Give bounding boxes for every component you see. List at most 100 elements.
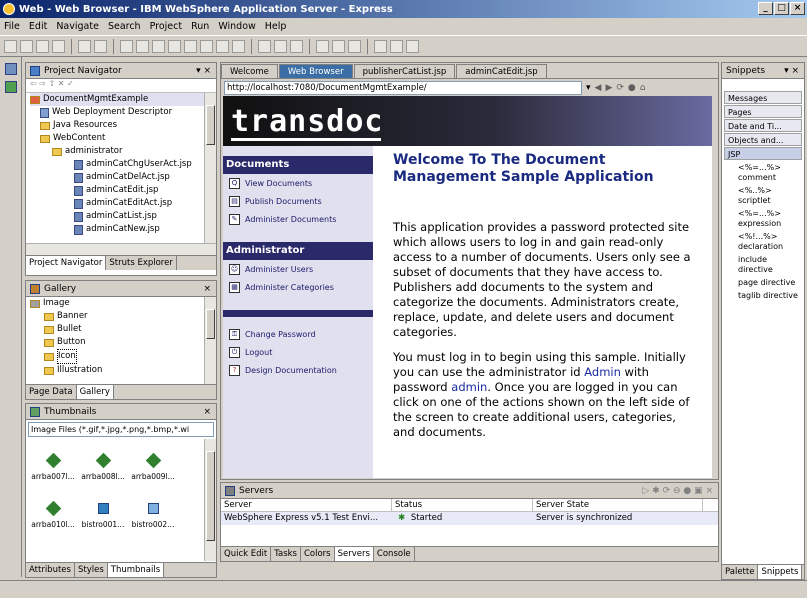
gallery-item-icon[interactable]: Icon	[30, 349, 216, 364]
tab-welcome[interactable]: Welcome	[221, 64, 278, 78]
file-filter-select[interactable]: Image Files (*.gif,*.jpg,*.png,*.bmp,*.w…	[28, 422, 214, 437]
image-icon[interactable]	[274, 39, 287, 53]
nav-administer-documents[interactable]: ✎ Administer Documents	[223, 210, 373, 228]
close-icon[interactable]: ▾ ×	[196, 66, 211, 76]
save-icon[interactable]	[20, 39, 33, 53]
tab-page-data[interactable]: Page Data	[26, 385, 77, 399]
thumbnail-item[interactable]: bistro002...	[128, 495, 178, 529]
column-server-state[interactable]: Server State	[533, 499, 703, 511]
gallery-item-banner[interactable]: Banner	[30, 310, 216, 323]
align-center-icon[interactable]	[184, 39, 197, 53]
tree-item-descriptor[interactable]: Web Deployment Descriptor	[30, 106, 216, 119]
align-left-icon[interactable]	[168, 39, 181, 53]
snippet-comment[interactable]: <%=...%> comment	[722, 163, 804, 183]
menu-help[interactable]: Help	[265, 21, 287, 32]
indent-icon[interactable]	[232, 39, 245, 53]
thumbnail-item[interactable]: bistro001...	[78, 495, 128, 529]
back-icon[interactable]	[390, 39, 403, 53]
tab-colors[interactable]: Colors	[301, 547, 335, 561]
menu-search[interactable]: Search	[108, 21, 141, 32]
thumbnail-item[interactable]: arrba008l...	[78, 447, 128, 481]
table-icon[interactable]	[258, 39, 271, 53]
close-button[interactable]: ×	[790, 2, 805, 15]
tab-struts-explorer[interactable]: Struts Explorer	[106, 256, 177, 270]
menu-navigate[interactable]: Navigate	[56, 21, 99, 32]
tab-publisher-cat-list[interactable]: publisherCatList.jsp	[353, 64, 456, 78]
bold-icon[interactable]	[120, 39, 133, 53]
tree-item-administrator[interactable]: administrator	[30, 145, 216, 158]
gallery-scrollbar[interactable]	[204, 297, 216, 384]
new-icon[interactable]	[4, 39, 17, 53]
maximize-button[interactable]: □	[774, 2, 789, 15]
snippet-include[interactable]: include directive	[722, 255, 804, 275]
tab-servers[interactable]: Servers	[334, 547, 374, 561]
close-icon[interactable]: ▾ ×	[784, 66, 799, 76]
column-server[interactable]: Server	[221, 499, 392, 511]
snippet-page[interactable]: page directive	[722, 278, 804, 288]
copy-icon[interactable]	[78, 39, 91, 53]
cut-icon[interactable]	[52, 39, 65, 53]
underline-icon[interactable]	[152, 39, 165, 53]
navigator-scrollbar[interactable]	[204, 93, 216, 243]
tab-gallery[interactable]: Gallery	[76, 385, 114, 399]
gallery-item-button[interactable]: Button	[30, 336, 216, 349]
tab-styles[interactable]: Styles	[75, 563, 108, 577]
snippet-declaration[interactable]: <%!...%> declaration	[722, 232, 804, 252]
stop-icon[interactable]: ●	[628, 83, 636, 93]
thumbnail-item[interactable]: arrba010l...	[28, 495, 78, 529]
search-icon[interactable]	[374, 39, 387, 53]
navigator-hscrollbar[interactable]	[26, 243, 216, 255]
tree-item-project[interactable]: DocumentMgmtExample	[30, 93, 216, 106]
thumbnails-scrollbar[interactable]	[204, 439, 216, 561]
tab-thumbnails[interactable]: Thumbnails	[107, 563, 165, 577]
forward-icon[interactable]	[406, 39, 419, 53]
menu-file[interactable]: File	[4, 21, 20, 32]
menu-project[interactable]: Project	[150, 21, 183, 32]
tab-web-browser[interactable]: Web Browser	[278, 64, 353, 78]
tab-project-navigator[interactable]: Project Navigator	[26, 256, 107, 270]
align-right-icon[interactable]	[200, 39, 213, 53]
debug-icon[interactable]	[332, 39, 345, 53]
nav-change-password[interactable]: ⚿ Change Password	[223, 325, 373, 343]
nav-view-documents[interactable]: Q View Documents	[223, 174, 373, 192]
tree-item-java-resources[interactable]: Java Resources	[30, 119, 216, 132]
close-icon[interactable]: ×	[203, 284, 211, 294]
refresh-icon[interactable]: ⟳	[616, 83, 624, 93]
tab-admin-cat-edit[interactable]: adminCatEdit.jsp	[456, 64, 547, 78]
tree-item-jsp[interactable]: adminCatEditAct.jsp	[30, 197, 216, 210]
url-input[interactable]: http://localhost:7080/DocumentMgmtExampl…	[224, 81, 582, 95]
thumbnail-item[interactable]: arrba009l...	[128, 447, 178, 481]
snippet-taglib[interactable]: taglib directive	[722, 291, 804, 301]
list-icon[interactable]	[216, 39, 229, 53]
drawer-pages[interactable]: Pages	[724, 105, 802, 118]
tree-item-jsp[interactable]: adminCatEdit.jsp	[30, 184, 216, 197]
menu-run[interactable]: Run	[191, 21, 209, 32]
web-perspective-icon[interactable]	[5, 81, 17, 93]
nav-administer-users[interactable]: ☺ Administer Users	[223, 260, 373, 278]
tree-item-jsp[interactable]: adminCatList.jsp	[30, 210, 216, 223]
italic-icon[interactable]	[136, 39, 149, 53]
link-icon[interactable]	[290, 39, 303, 53]
drawer-messages[interactable]: Messages	[724, 91, 802, 104]
tab-console[interactable]: Console	[374, 547, 415, 561]
servers-toolbar[interactable]: ▷ ✱ ⟳ ⊖ ● ▣ ×	[642, 486, 713, 496]
menu-edit[interactable]: Edit	[29, 21, 47, 32]
drawer-date-time[interactable]: Date and Ti...	[724, 119, 802, 132]
minimize-button[interactable]: _	[758, 2, 773, 15]
admin-password-link[interactable]: admin	[451, 380, 487, 394]
url-dropdown-icon[interactable]: ▾	[586, 83, 591, 93]
gallery-item-bullet[interactable]: Bullet	[30, 323, 216, 336]
thumbnail-item[interactable]: arrba007l...	[28, 447, 78, 481]
tab-palette[interactable]: Palette	[722, 565, 759, 579]
gallery-item-illustration[interactable]: Illustration	[30, 364, 216, 377]
tab-attributes[interactable]: Attributes	[26, 563, 75, 577]
tab-tasks[interactable]: Tasks	[271, 547, 301, 561]
tree-item-jsp[interactable]: adminCatChgUserAct.jsp	[30, 158, 216, 171]
tree-item-jsp[interactable]: adminCatNew.jsp	[30, 223, 216, 236]
nav-design-documentation[interactable]: ? Design Documentation	[223, 361, 373, 379]
paste-icon[interactable]	[94, 39, 107, 53]
home-icon[interactable]: ⌂	[640, 83, 646, 93]
drawer-jsp[interactable]: JSP	[724, 147, 802, 160]
menu-window[interactable]: Window	[218, 21, 255, 32]
nav-administer-categories[interactable]: ▦ Administer Categories	[223, 278, 373, 296]
